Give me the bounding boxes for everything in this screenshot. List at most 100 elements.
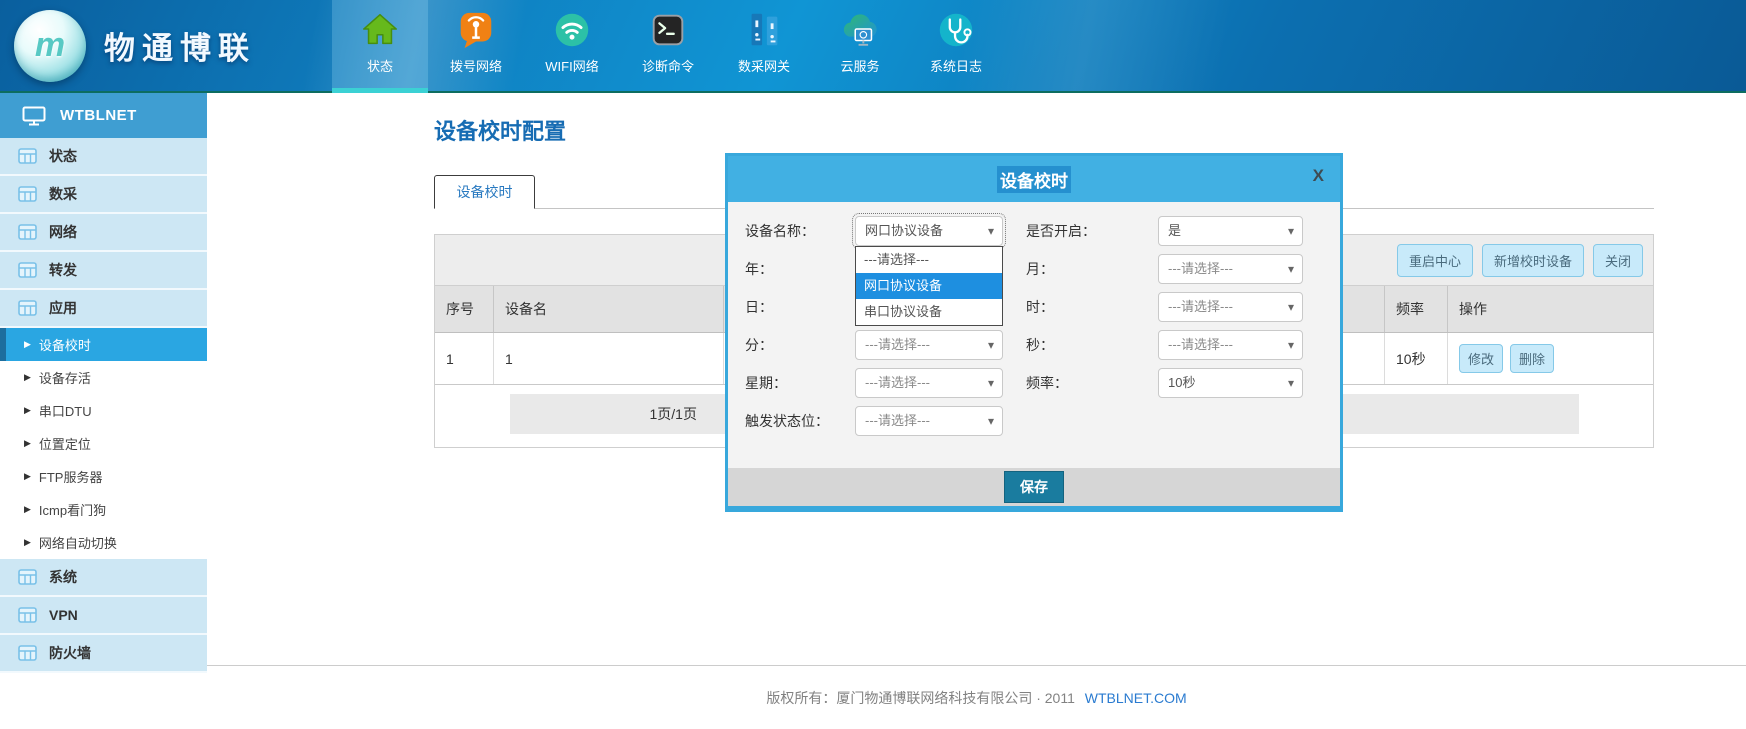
submenu-item-label: 位置定位 [39,434,91,453]
modal-footer: 保存 [728,468,1340,506]
field-trigger-status: 触发状态位： ---请选择--- ▾ [745,406,1003,436]
delete-button[interactable]: 删除 [1510,344,1554,373]
add-timing-device-button[interactable]: 新增校时设备 [1482,244,1584,277]
field-label: 设备名称： [745,216,855,246]
column-header-action: 操作 [1447,286,1653,332]
submenu-item-location[interactable]: ▶ 位置定位 [0,427,207,460]
submenu-item-network-autoswitch[interactable]: ▶ 网络自动切换 [0,526,207,559]
select-value: ---请选择--- [865,413,930,428]
page-title: 设备校时配置 [434,114,1654,146]
sidebar-device-name: WTBLNET [60,107,137,124]
select-value: ---请选择--- [1168,299,1233,314]
select-value: ---请选择--- [865,375,930,390]
nav-label: 数采网关 [738,56,790,75]
trigger-status-select[interactable]: ---请选择--- ▾ [855,406,1003,436]
sidebar-item-label: 数采 [49,184,77,204]
nav-item-dial-network[interactable]: 拨号网络 [428,0,524,91]
restart-center-button[interactable]: 重启中心 [1397,244,1473,277]
hour-select[interactable]: ---请选择--- ▾ [1158,292,1303,322]
select-value: ---请选择--- [1168,261,1233,276]
submenu-item-icmp-watchdog[interactable]: ▶ Icmp看门狗 [0,493,207,526]
dropdown-option-ethernet-device[interactable]: 网口协议设备 [856,273,1002,299]
sidebar-item-network[interactable]: 网络 [0,214,207,252]
nav-item-data-gateway[interactable]: 数采网关 [716,0,812,91]
sidebar-header: WTBLNET [0,93,207,138]
column-header-device: 设备名 [493,286,723,332]
close-button[interactable]: 关闭 [1593,244,1643,277]
chevron-down-icon: ▾ [1288,255,1294,283]
app-screen: m 物通博联 状态 拨号网络 WIFI网络 [0,0,1746,729]
dropdown-option-serial-device[interactable]: 串口协议设备 [856,299,1002,325]
sidebar-item-system[interactable]: 系统 [0,559,207,597]
sidebar-item-label: 网络 [49,222,77,242]
field-label: 频率： [1026,368,1158,398]
frequency-select[interactable]: 10秒 ▾ [1158,368,1303,398]
sidebar-item-forward[interactable]: 转发 [0,252,207,290]
chevron-down-icon: ▾ [988,331,994,359]
submenu-item-ftp-server[interactable]: ▶ FTP服务器 [0,460,207,493]
cell-device: 1 [493,333,723,384]
sidebar-item-status[interactable]: 状态 [0,138,207,176]
grid-icon [18,262,37,278]
modal-right-column: 是否开启： 是 ▾ 月： ---请选择--- ▾ 时： - [1026,216,1303,406]
submenu-item-serial-dtu[interactable]: ▶ 串口DTU [0,394,207,427]
top-nav: 状态 拨号网络 WIFI网络 诊断命令 [332,0,1004,91]
submenu-item-label: Icmp看门狗 [39,500,106,519]
nav-item-system-log[interactable]: 系统日志 [908,0,1004,91]
enabled-select[interactable]: 是 ▾ [1158,216,1303,246]
nav-label: WIFI网络 [545,56,598,75]
triangle-icon: ▶ [24,537,31,548]
field-minute: 分： ---请选择--- ▾ [745,330,1003,360]
save-button[interactable]: 保存 [1004,471,1064,503]
month-select[interactable]: ---请选择--- ▾ [1158,254,1303,284]
submenu-item-device-alive[interactable]: ▶ 设备存活 [0,361,207,394]
nav-item-cloud-service[interactable]: 云服务 [812,0,908,91]
tab-device-timing[interactable]: 设备校时 [434,175,535,209]
second-select[interactable]: ---请选择--- ▾ [1158,330,1303,360]
sidebar-item-firewall[interactable]: 防火墙 [0,635,207,673]
select-value: 网口协议设备 [865,223,943,238]
field-label: 时： [1026,292,1158,322]
minute-select[interactable]: ---请选择--- ▾ [855,330,1003,360]
nav-item-wifi-network[interactable]: WIFI网络 [524,0,620,91]
sidebar: WTBLNET 状态 数采 网络 转发 应用 ▶ 设备校时 [0,93,207,729]
field-label: 是否开启： [1026,216,1158,246]
top-navigation-bar: m 物通博联 状态 拨号网络 WIFI网络 [0,0,1746,93]
chevron-down-icon: ▾ [1288,217,1294,245]
column-header-seq: 序号 [435,286,493,332]
nav-label: 云服务 [840,56,879,75]
nav-item-diagnostic-command[interactable]: 诊断命令 [620,0,716,91]
chevron-down-icon: ▾ [1288,369,1294,397]
sidebar-item-data-collect[interactable]: 数采 [0,176,207,214]
modal-close-icon[interactable]: X [1313,166,1324,186]
week-select[interactable]: ---请选择--- ▾ [855,368,1003,398]
submenu-item-label: 设备校时 [39,335,91,354]
modal-title: 设备校时 [997,166,1071,193]
copyright-text: 版权所有：厦门物通博联网络科技有限公司 · 2011 [766,690,1075,706]
dropdown-option-placeholder[interactable]: ---请选择--- [856,247,1002,273]
home-icon [357,7,403,53]
field-label: 月： [1026,254,1158,284]
field-label: 年： [745,254,855,284]
column-header-frequency: 频率 [1384,286,1447,332]
field-label: 分： [745,330,855,360]
wifi-icon [549,7,595,53]
submenu-item-label: 网络自动切换 [39,533,117,552]
field-label: 星期： [745,368,855,398]
sidebar-item-vpn[interactable]: VPN [0,597,207,635]
submenu-item-device-timing[interactable]: ▶ 设备校时 [0,328,207,361]
monitor-icon [22,106,46,126]
nav-item-status[interactable]: 状态 [332,0,428,91]
sidebar-item-application[interactable]: 应用 [0,290,207,328]
device-name-select[interactable]: 网口协议设备 ▾ [855,216,1003,246]
triangle-icon: ▶ [24,504,31,515]
select-value: ---请选择--- [1168,337,1233,352]
edit-button[interactable]: 修改 [1459,344,1503,373]
wtblnet-link[interactable]: WTBLNET.COM [1085,690,1187,706]
cell-seq: 1 [435,333,493,384]
select-value: 10秒 [1168,375,1195,390]
sidebar-item-label: 应用 [49,298,77,318]
sidebar-item-label: 状态 [49,146,77,166]
device-name-dropdown-list: ---请选择--- 网口协议设备 串口协议设备 [855,246,1003,326]
pagination-info: 1页/1页 [650,394,697,434]
